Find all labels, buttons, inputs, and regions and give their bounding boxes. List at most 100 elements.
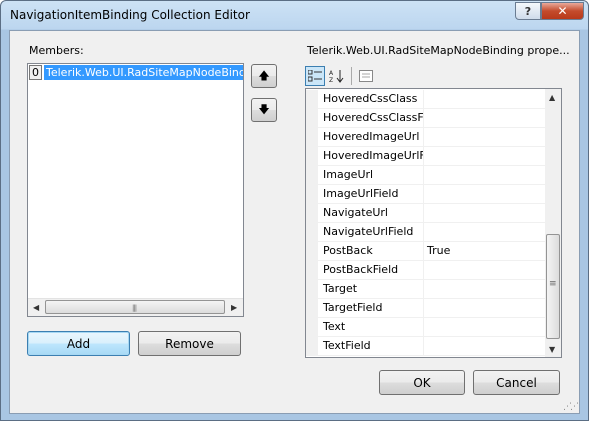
property-value[interactable] [424, 166, 547, 184]
property-value[interactable]: True [424, 242, 547, 260]
property-row[interactable]: HoveredCssClass [306, 90, 546, 109]
property-value[interactable] [424, 128, 547, 146]
property-value[interactable] [424, 109, 547, 127]
property-name: TextField [323, 339, 371, 352]
member-index: 0 [29, 65, 42, 80]
property-name: HoveredImageUrlField [323, 149, 423, 162]
property-row[interactable]: HoveredCssClassField [306, 109, 546, 128]
property-pages-icon [359, 70, 373, 82]
ok-button[interactable]: OK [379, 370, 465, 395]
property-row-margin [306, 223, 318, 242]
property-value[interactable] [424, 337, 547, 355]
property-value[interactable] [424, 90, 547, 108]
scroll-down-icon[interactable]: ▼ [549, 345, 555, 354]
property-grid-scrollbar[interactable]: ▲ ≡ ▼ [545, 89, 561, 357]
property-row[interactable]: ImageUrlField [306, 185, 546, 204]
property-name: HoveredImageUrl [323, 130, 420, 143]
svg-text:A: A [329, 70, 334, 77]
members-horizontal-scrollbar[interactable]: ◀ ||| ▶ [28, 298, 243, 316]
property-row-margin [306, 299, 318, 318]
close-button[interactable]: ✕ [541, 2, 584, 20]
member-label: Telerik.Web.UI.RadSiteMapNodeBinding [44, 65, 244, 80]
property-value[interactable] [424, 261, 547, 279]
property-row[interactable]: Target [306, 280, 546, 299]
members-listbox[interactable]: 0 Telerik.Web.UI.RadSiteMapNodeBinding ◀… [27, 63, 244, 317]
property-row-margin [306, 109, 318, 128]
property-value[interactable] [424, 185, 547, 203]
property-name: HoveredCssClass [323, 92, 418, 105]
resize-grip-icon[interactable]: ⋰⋰ [563, 402, 579, 412]
grip-icon: ≡ [549, 279, 557, 289]
property-row[interactable]: ImageUrl [306, 166, 546, 185]
property-grid-toolbar: A Z [305, 64, 562, 87]
property-row-margin [306, 242, 318, 261]
property-name: PostBack [323, 244, 373, 257]
member-item[interactable]: 0 Telerik.Web.UI.RadSiteMapNodeBinding [28, 64, 243, 81]
property-name: ImageUrlField [323, 187, 399, 200]
window-title: NavigationItemBinding Collection Editor [10, 8, 250, 22]
move-up-button[interactable]: 🡅 [251, 64, 277, 88]
property-name: TargetField [323, 301, 383, 314]
toolbar-separator [351, 67, 352, 85]
property-row[interactable]: HoveredImageUrl [306, 128, 546, 147]
property-value[interactable] [424, 280, 547, 298]
categorized-button[interactable] [305, 66, 325, 86]
scroll-up-icon[interactable]: ▲ [549, 93, 555, 102]
alphabetical-button[interactable]: A Z [327, 66, 347, 86]
property-row[interactable]: PostBack True [306, 242, 546, 261]
property-row-margin [306, 261, 318, 280]
property-name: NavigateUrl [323, 206, 388, 219]
members-scroll-thumb[interactable]: ||| [45, 300, 225, 314]
property-row-margin [306, 166, 318, 185]
svg-text:Z: Z [329, 77, 333, 83]
property-row[interactable]: NavigateUrlField [306, 223, 546, 242]
property-row-margin [306, 280, 318, 299]
arrow-up-icon: 🡅 [258, 68, 270, 82]
close-icon: ✕ [557, 4, 568, 18]
grip-icon: ||| [132, 304, 137, 312]
property-row[interactable]: HoveredImageUrlField [306, 147, 546, 166]
property-row-margin [306, 337, 318, 356]
add-button[interactable]: Add [27, 331, 130, 356]
property-name: NavigateUrlField [323, 225, 414, 238]
property-value[interactable] [424, 204, 547, 222]
property-row-margin [306, 128, 318, 147]
property-row[interactable]: TextField [306, 337, 546, 356]
remove-button[interactable]: Remove [138, 331, 241, 356]
members-label: Members: [29, 44, 84, 57]
property-name: Text [323, 320, 346, 333]
property-row-margin [306, 204, 318, 223]
property-row[interactable]: NavigateUrl [306, 204, 546, 223]
cancel-button[interactable]: Cancel [473, 370, 560, 395]
alphabetical-sort-icon: A Z [329, 70, 344, 83]
property-row[interactable]: Text [306, 318, 546, 337]
property-row-margin [306, 90, 318, 109]
categorized-icon [308, 70, 322, 82]
properties-label: Telerik.Web.UI.RadSiteMapNodeBinding pro… [307, 44, 570, 57]
property-name: HoveredCssClassField [323, 111, 423, 124]
dialog-client-area: Members: 0 Telerik.Web.UI.RadSiteMapNode… [9, 30, 580, 414]
property-name: PostBackField [323, 263, 399, 276]
property-row[interactable]: TargetField [306, 299, 546, 318]
property-value[interactable] [424, 147, 547, 165]
property-row-margin [306, 318, 318, 337]
property-value[interactable] [424, 299, 547, 317]
move-down-button[interactable]: 🡇 [251, 98, 277, 122]
dialog-window: NavigationItemBinding Collection Editor … [0, 0, 589, 421]
arrow-down-icon: 🡇 [258, 102, 270, 116]
property-row[interactable]: PostBackField [306, 261, 546, 280]
help-button[interactable]: ? [515, 2, 541, 20]
scroll-right-icon[interactable]: ▶ [231, 303, 237, 312]
title-bar[interactable]: NavigationItemBinding Collection Editor … [1, 1, 588, 31]
scroll-left-icon[interactable]: ◀ [33, 303, 39, 312]
property-row-margin [306, 185, 318, 204]
property-value[interactable] [424, 318, 547, 336]
property-grid[interactable]: HoveredCssClass HoveredCssClassField Hover… [305, 88, 562, 358]
property-pages-button[interactable] [356, 66, 376, 86]
property-row-margin [306, 147, 318, 166]
property-scroll-thumb[interactable]: ≡ [546, 234, 560, 339]
property-value[interactable] [424, 223, 547, 241]
property-name: Target [323, 282, 358, 295]
help-icon: ? [524, 4, 532, 18]
property-name: ImageUrl [323, 168, 374, 181]
